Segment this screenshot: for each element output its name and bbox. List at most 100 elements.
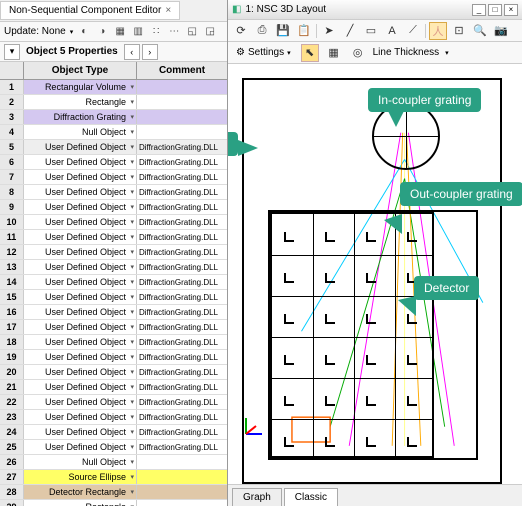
update-dropdown[interactable]: Update: None bbox=[4, 26, 66, 37]
comment-cell[interactable] bbox=[137, 470, 227, 484]
comment-cell[interactable] bbox=[137, 500, 227, 506]
axis-lock-icon[interactable]: 人 bbox=[429, 22, 447, 40]
object-type-cell[interactable]: User Defined Object bbox=[24, 335, 137, 349]
object-type-cell[interactable]: User Defined Object bbox=[24, 155, 137, 169]
camera-icon[interactable]: 📷 bbox=[492, 22, 510, 40]
tool-icon-7[interactable]: ◱ bbox=[185, 25, 199, 39]
comment-cell[interactable] bbox=[137, 455, 227, 469]
comment-cell[interactable] bbox=[137, 485, 227, 499]
grid-icon[interactable]: ▦ bbox=[325, 44, 343, 62]
comment-cell[interactable] bbox=[137, 95, 227, 109]
object-type-cell[interactable]: User Defined Object bbox=[24, 395, 137, 409]
table-row[interactable]: 10User Defined ObjectDiffractionGrating.… bbox=[0, 215, 227, 230]
table-row[interactable]: 24User Defined ObjectDiffractionGrating.… bbox=[0, 425, 227, 440]
line-icon[interactable]: ╱ bbox=[341, 22, 359, 40]
table-row[interactable]: 1Rectangular Volume bbox=[0, 80, 227, 95]
table-row[interactable]: 15User Defined ObjectDiffractionGrating.… bbox=[0, 290, 227, 305]
table-row[interactable]: 9User Defined ObjectDiffractionGrating.D… bbox=[0, 200, 227, 215]
object-type-cell[interactable]: User Defined Object bbox=[24, 425, 137, 439]
close-button[interactable]: × bbox=[504, 4, 518, 16]
object-type-cell[interactable]: User Defined Object bbox=[24, 185, 137, 199]
table-row[interactable]: 21User Defined ObjectDiffractionGrating.… bbox=[0, 380, 227, 395]
zoom-fit-icon[interactable]: ⊡ bbox=[450, 22, 468, 40]
table-row[interactable]: 19User Defined ObjectDiffractionGrating.… bbox=[0, 350, 227, 365]
comment-cell[interactable]: DiffractionGrating.DLL bbox=[137, 275, 227, 289]
comment-cell[interactable] bbox=[137, 110, 227, 124]
object-type-cell[interactable]: User Defined Object bbox=[24, 380, 137, 394]
copy-icon[interactable]: 📋 bbox=[295, 22, 313, 40]
comment-cell[interactable]: DiffractionGrating.DLL bbox=[137, 245, 227, 259]
tool-icon-4[interactable]: ▥ bbox=[131, 25, 145, 39]
object-table[interactable]: 1Rectangular Volume2Rectangle3Diffractio… bbox=[0, 80, 227, 506]
comment-cell[interactable]: DiffractionGrating.DLL bbox=[137, 170, 227, 184]
object-type-cell[interactable]: Diffraction Grating bbox=[24, 110, 137, 124]
table-row[interactable]: 27Source Ellipse bbox=[0, 470, 227, 485]
comment-cell[interactable]: DiffractionGrating.DLL bbox=[137, 260, 227, 274]
tool-icon-3[interactable]: ▦ bbox=[113, 25, 127, 39]
collapse-icon[interactable]: ▾ bbox=[4, 44, 20, 60]
table-row[interactable]: 17User Defined ObjectDiffractionGrating.… bbox=[0, 320, 227, 335]
comment-cell[interactable]: DiffractionGrating.DLL bbox=[137, 230, 227, 244]
object-type-cell[interactable]: User Defined Object bbox=[24, 170, 137, 184]
print-icon[interactable]: ⎙ bbox=[253, 22, 271, 40]
object-type-cell[interactable]: User Defined Object bbox=[24, 215, 137, 229]
object-type-cell[interactable]: Source Ellipse bbox=[24, 470, 137, 484]
tab-classic[interactable]: Classic bbox=[284, 488, 338, 506]
table-row[interactable]: 2Rectangle bbox=[0, 95, 227, 110]
table-row[interactable]: 25User Defined ObjectDiffractionGrating.… bbox=[0, 440, 227, 455]
comment-cell[interactable] bbox=[137, 125, 227, 139]
comment-cell[interactable]: DiffractionGrating.DLL bbox=[137, 395, 227, 409]
tool-icon-8[interactable]: ◲ bbox=[203, 25, 217, 39]
comment-cell[interactable]: DiffractionGrating.DLL bbox=[137, 440, 227, 454]
comment-cell[interactable]: DiffractionGrating.DLL bbox=[137, 200, 227, 214]
prev-object-button[interactable]: ‹ bbox=[124, 44, 140, 60]
object-type-cell[interactable]: User Defined Object bbox=[24, 305, 137, 319]
object-type-cell[interactable]: User Defined Object bbox=[24, 200, 137, 214]
object-type-cell[interactable]: User Defined Object bbox=[24, 140, 137, 154]
table-row[interactable]: 6User Defined ObjectDiffractionGrating.D… bbox=[0, 155, 227, 170]
comment-cell[interactable]: DiffractionGrating.DLL bbox=[137, 320, 227, 334]
comment-cell[interactable]: DiffractionGrating.DLL bbox=[137, 380, 227, 394]
col-object-type[interactable]: Object Type bbox=[24, 62, 137, 79]
table-row[interactable]: 12User Defined ObjectDiffractionGrating.… bbox=[0, 245, 227, 260]
editor-tab[interactable]: Non-Sequential Component Editor × bbox=[0, 1, 180, 20]
comment-cell[interactable]: DiffractionGrating.DLL bbox=[137, 155, 227, 169]
table-row[interactable]: 7User Defined ObjectDiffractionGrating.D… bbox=[0, 170, 227, 185]
measure-icon[interactable]: ⟋ bbox=[404, 22, 422, 40]
col-comment[interactable]: Comment bbox=[137, 62, 227, 79]
object-type-cell[interactable]: Rectangle bbox=[24, 95, 137, 109]
object-type-cell[interactable]: User Defined Object bbox=[24, 230, 137, 244]
maximize-button[interactable]: □ bbox=[488, 4, 502, 16]
table-row[interactable]: 29Rectangle bbox=[0, 500, 227, 506]
object-type-cell[interactable]: Rectangle bbox=[24, 500, 137, 506]
comment-cell[interactable]: DiffractionGrating.DLL bbox=[137, 185, 227, 199]
settings-button[interactable]: ⚙ Settings ▾ bbox=[232, 45, 295, 60]
table-row[interactable]: 8User Defined ObjectDiffractionGrating.D… bbox=[0, 185, 227, 200]
tool-icon-6[interactable]: ⋯ bbox=[167, 25, 181, 39]
object-type-cell[interactable]: Detector Rectangle bbox=[24, 485, 137, 499]
table-row[interactable]: 26Null Object bbox=[0, 455, 227, 470]
tool-icon-5[interactable]: ∷ bbox=[149, 25, 163, 39]
table-row[interactable]: 18User Defined ObjectDiffractionGrating.… bbox=[0, 335, 227, 350]
rect-icon[interactable]: ▭ bbox=[362, 22, 380, 40]
close-icon[interactable]: × bbox=[165, 5, 171, 16]
refresh-icon[interactable]: ⟳ bbox=[232, 22, 250, 40]
table-row[interactable]: 3Diffraction Grating bbox=[0, 110, 227, 125]
save-icon[interactable]: 💾 bbox=[274, 22, 292, 40]
table-row[interactable]: 16User Defined ObjectDiffractionGrating.… bbox=[0, 305, 227, 320]
table-row[interactable]: 13User Defined ObjectDiffractionGrating.… bbox=[0, 260, 227, 275]
viewport-3d[interactable]: 5 mm In-coupler grating Waveguide Out-co… bbox=[228, 64, 522, 484]
comment-cell[interactable]: DiffractionGrating.DLL bbox=[137, 365, 227, 379]
object-type-cell[interactable]: User Defined Object bbox=[24, 290, 137, 304]
table-row[interactable]: 22User Defined ObjectDiffractionGrating.… bbox=[0, 395, 227, 410]
table-row[interactable]: 11User Defined ObjectDiffractionGrating.… bbox=[0, 230, 227, 245]
table-row[interactable]: 4Null Object bbox=[0, 125, 227, 140]
object-type-cell[interactable]: User Defined Object bbox=[24, 410, 137, 424]
tab-graph[interactable]: Graph bbox=[232, 488, 282, 506]
comment-cell[interactable]: DiffractionGrating.DLL bbox=[137, 305, 227, 319]
object-type-cell[interactable]: User Defined Object bbox=[24, 440, 137, 454]
tool-icon-2[interactable]: ◑ bbox=[95, 25, 109, 39]
comment-cell[interactable]: DiffractionGrating.DLL bbox=[137, 335, 227, 349]
cursor-icon[interactable]: ⬉ bbox=[301, 44, 319, 62]
next-object-button[interactable]: › bbox=[142, 44, 158, 60]
